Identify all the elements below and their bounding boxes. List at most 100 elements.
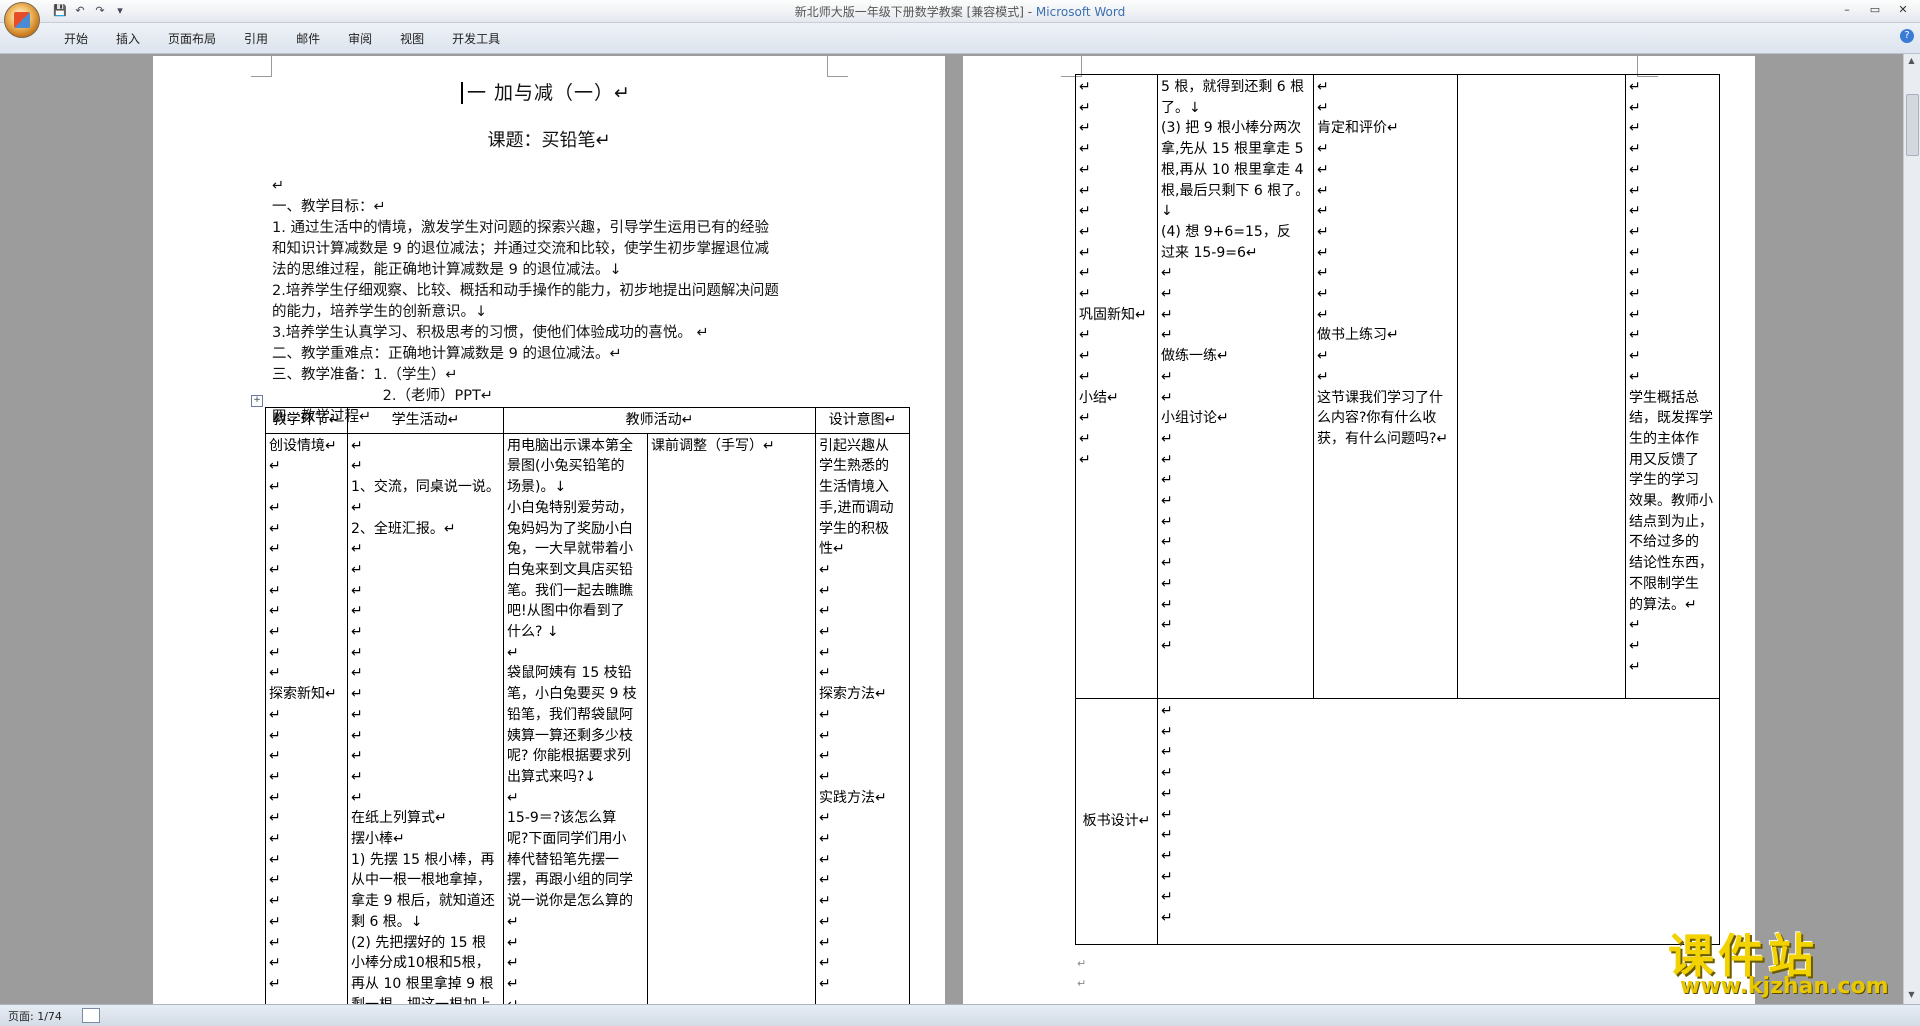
teacher-activity-cell[interactable]: 用电脑出示课本第全 景图(小兔买铅笔的 场景)。↓ 小白兔特别爱劳动， 兔妈妈为了奖励小…	[503, 432, 648, 1004]
cell-line: ↵	[269, 520, 281, 537]
vertical-scrollbar[interactable]: ▲ ▼	[1903, 54, 1920, 1004]
stage-cell[interactable]: 创设情境↵ ↵ ↵ ↵ ↵ ↵ ↵ ↵ ↵ ↵ ↵ ↵ 探索新知↵ ↵ ↵ ↵ ↵ ↵ ↵ ↵ ↵ ↵ ↵ ↵ ↵ ↵ ↵	[265, 432, 348, 1004]
scroll-thumb[interactable]	[1906, 94, 1919, 156]
teacher-activity-cell[interactable]: ↵ ↵ 肯定和评价↵ ↵ ↵ ↵ ↵ ↵ ↵ ↵ ↵ ↵ 做书上练习↵ ↵ ↵ 这节课我们学习了什 么内容?你有…	[1313, 74, 1458, 699]
cell-line: ↵	[269, 768, 281, 785]
board-design-label[interactable]: 板书设计↵	[1075, 698, 1158, 945]
cell-line: ↵	[1161, 265, 1173, 282]
cell-line: ↵	[269, 810, 281, 827]
cell-line: ↵	[351, 686, 363, 703]
objectives-text[interactable]: ↵ 一、教学目标：↵ 1. 通过生活中的情境，激发学生对问题的探索兴趣，引导学生…	[272, 176, 832, 428]
cell-line: ↵	[1161, 617, 1173, 634]
board-design-cell[interactable]: ↵ ↵ ↵ ↵ ↵ ↵ ↵ ↵ ↵ ↵ ↵	[1157, 698, 1720, 945]
scroll-up-icon[interactable]: ▲	[1906, 56, 1917, 68]
design-intent-cell[interactable]: ↵ ↵ ↵ ↵ ↵ ↵ ↵ ↵ ↵ ↵ ↵ ↵ ↵ ↵ ↵ 学生概括总 结，既发挥学 生的主体作 用又反馈了 学生的学…	[1625, 74, 1720, 699]
cell-line: ↵	[1161, 806, 1173, 823]
cell-line: ↵	[819, 624, 831, 641]
design-intent-cell[interactable]: 引起兴趣从 学生熟悉的 生活情境入 手,进而调动 学生的积极 性↵ ↵ ↵ ↵ ↵ ↵ ↵ 探索方法↵ ↵…	[815, 432, 911, 1004]
cell-line: ↵	[269, 872, 281, 889]
cell-line: 根,再从 10 根里拿走 4	[1161, 161, 1304, 178]
cell-line: ↵	[1079, 223, 1091, 240]
cell-line: ↵	[507, 934, 519, 951]
cell-line: ↵	[1079, 430, 1091, 447]
tab-insert[interactable]: 插入	[102, 28, 154, 49]
cell-line: ↵	[1161, 513, 1173, 530]
cell-line: 学生的学习	[1629, 472, 1699, 489]
maximize-button[interactable]: ▭	[1862, 1, 1888, 19]
cell-line: ↵	[269, 603, 281, 620]
window-title: 新北师大版一年级下册数学教案 [兼容模式] - Microsoft Word	[794, 5, 1126, 19]
cell-line: 说一说你是怎么算的↵	[507, 893, 633, 930]
cell-line: 引起兴趣从	[819, 437, 890, 454]
cell-line: ↵	[1079, 348, 1091, 365]
cell-line: ↵	[1629, 120, 1641, 137]
cell-line: ↵	[351, 727, 363, 744]
cell-line: 从中一根一根地拿掉，	[351, 872, 491, 889]
adjustment-cell[interactable]	[1457, 74, 1626, 699]
cell-line: ↵	[1161, 575, 1173, 592]
cell-line: ↵	[1161, 472, 1173, 489]
cell-line: ↵	[1317, 79, 1329, 95]
cell-line: 袋鼠阿姨有 15 枝铅	[507, 665, 632, 682]
cell-line: 拿,先从 15 根里拿走 5	[1161, 141, 1304, 158]
proofing-icon[interactable]	[82, 1008, 100, 1023]
cell-line: ↵	[507, 644, 519, 661]
cell-line: ↵	[819, 561, 831, 578]
tab-mailings[interactable]: 邮件	[282, 28, 334, 49]
student-activity-cell[interactable]: 5 根，就得到还剩 6 根了。↓ (3) 把 9 根小棒分两次 拿,先从 15 根里…	[1157, 74, 1314, 699]
tab-home[interactable]: 开始	[50, 28, 102, 49]
cell-line: 创设情境↵	[269, 437, 337, 454]
ribbon-tabs: 开始 插入 页面布局 引用 邮件 审阅 视图 开发工具	[50, 28, 514, 49]
cell-line: ↵	[1629, 203, 1641, 220]
cell-line: 性↵	[819, 541, 845, 558]
cell-line: ↵	[1079, 79, 1091, 95]
lesson-subheading[interactable]: 课题：买铅笔↵	[153, 126, 945, 152]
cell-line: 剩 6 根。↓	[351, 913, 423, 930]
watermark-url: www.kjzhan.com	[1680, 974, 1889, 999]
tab-developer[interactable]: 开发工具	[438, 28, 514, 49]
cell-line: ↵	[1317, 286, 1329, 303]
help-icon[interactable]: ?	[1900, 29, 1914, 43]
cell-line: 手,进而调动	[819, 499, 894, 516]
student-activity-cell[interactable]: ↵ ↵ 1、交流，同桌说一说。↵ 2、全班汇报。↵ ↵ ↵ ↵ ↵ ↵ ↵ ↵ ↵ ↵ ↵ ↵ ↵ ↵ 在纸上列算…	[347, 432, 504, 1004]
cell-line: ↵	[1317, 99, 1329, 116]
cell-line: 的算法。↵	[1629, 596, 1697, 613]
cell-line: 1、交流，同桌说一说。↵	[351, 479, 500, 516]
scroll-down-icon[interactable]: ▼	[1906, 990, 1917, 1002]
cell-line: 再从 10 根里拿掉 9 根	[351, 975, 494, 992]
header-stage: 教学环节↵	[265, 407, 348, 434]
cell-line: 这节课我们学习了什	[1317, 389, 1443, 406]
cell-line: ↵	[819, 644, 831, 661]
cell-line: ↵	[1079, 286, 1091, 303]
cell-line: ↵	[819, 831, 831, 848]
tab-references[interactable]: 引用	[230, 28, 282, 49]
close-button[interactable]: ✕	[1890, 1, 1916, 19]
tab-view[interactable]: 视图	[386, 28, 438, 49]
cell-line: ↵	[1629, 368, 1641, 385]
tab-review[interactable]: 审阅	[334, 28, 386, 49]
cell-line: ↵	[351, 541, 363, 558]
cell-line: ↵	[819, 603, 831, 620]
adjustment-cell[interactable]: 课前调整（手写）↵	[646, 432, 817, 1004]
table-move-handle-icon[interactable]: +	[251, 395, 263, 407]
cell-line: 小结↵	[1079, 389, 1119, 406]
stage-cell[interactable]: ↵ ↵ ↵ ↵ ↵ ↵ ↵ ↵ ↵ ↵ ↵ 巩固新知↵ ↵ ↵ ↵ 小结↵ ↵ ↵ ↵	[1075, 74, 1158, 699]
cell-line: ↵	[1629, 658, 1641, 675]
cell-line: 不限制学生	[1629, 575, 1699, 592]
cell-line: 生活情境入	[819, 479, 890, 496]
lesson-heading[interactable]: 一 加与减（一）↵	[153, 78, 945, 105]
minimize-button[interactable]: –	[1834, 1, 1860, 19]
cell-line: 呢?下面同学们用小	[507, 831, 627, 848]
cell-line: ↵	[351, 582, 363, 599]
cell-line: 结点到为止，	[1629, 513, 1713, 530]
cell-line: 结，既发挥学	[1629, 410, 1713, 427]
cell-line: ↵	[269, 624, 281, 641]
cell-line: 场景)。↓	[507, 479, 567, 496]
tab-page-layout[interactable]: 页面布局	[154, 28, 230, 49]
office-button[interactable]	[4, 2, 40, 38]
cell-line: 吧!从图中你看到了	[507, 603, 625, 620]
page-count[interactable]: 页面: 1/74	[8, 1008, 62, 1024]
cell-line: 根,最后只剩下 6 根了。↓	[1161, 182, 1310, 220]
cell-line: ↵	[1629, 79, 1641, 95]
cell-line: ↵	[819, 872, 831, 889]
